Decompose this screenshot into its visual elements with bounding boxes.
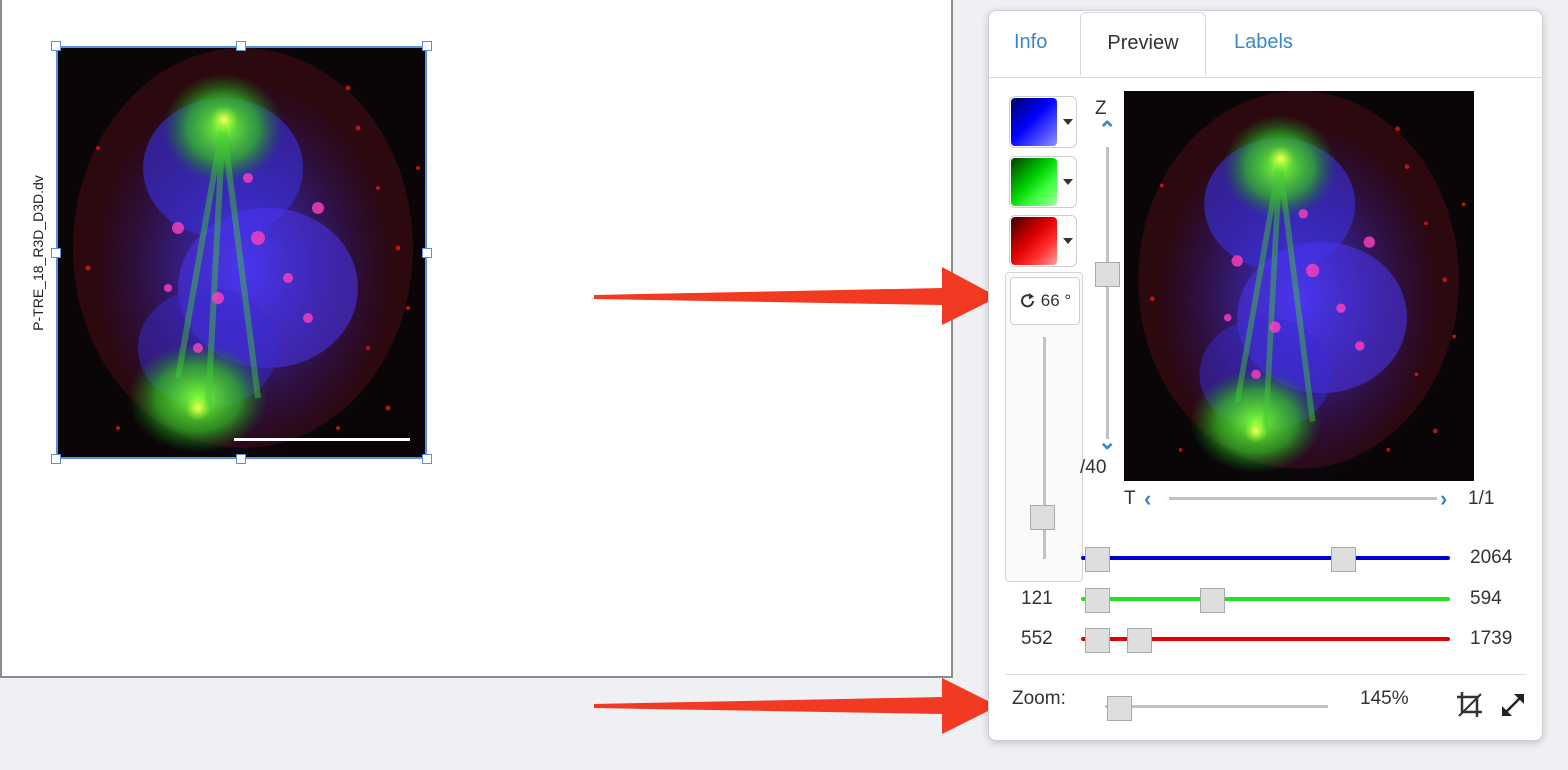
crop-icon[interactable] bbox=[1455, 690, 1485, 720]
red-max-value: 1739 bbox=[1470, 628, 1513, 649]
z-up-chevron-icon[interactable]: ⌃ bbox=[1098, 119, 1116, 141]
resize-handle-sw[interactable] bbox=[51, 454, 61, 464]
z-slider-thumb[interactable] bbox=[1095, 262, 1120, 287]
scale-bar bbox=[234, 438, 410, 441]
red-max-thumb[interactable] bbox=[1127, 628, 1152, 653]
green-min-value: 121 bbox=[1021, 588, 1053, 609]
microscopy-image bbox=[58, 48, 425, 457]
annotation-arrow-rotation bbox=[594, 267, 998, 325]
resize-handle-nw[interactable] bbox=[51, 41, 61, 51]
green-max-value: 594 bbox=[1470, 588, 1502, 609]
blue-max-thumb[interactable] bbox=[1331, 547, 1356, 572]
t-axis-label: T bbox=[1124, 488, 1136, 509]
image-label: P-TRE_18_R3D_D3D.dv bbox=[30, 175, 46, 331]
zoom-label: Zoom: bbox=[1012, 688, 1066, 709]
preview-microscopy-image bbox=[1124, 91, 1474, 481]
zoom-value: 145% bbox=[1360, 688, 1409, 709]
caret-down-icon bbox=[1063, 179, 1073, 185]
tab-labels[interactable]: Labels bbox=[1234, 31, 1293, 54]
preview-panel: Info Preview Labels 66 ° Z ⌃ ⌄ /40 T ‹ ›… bbox=[988, 10, 1543, 741]
green-range-rail[interactable] bbox=[1081, 597, 1450, 601]
t-prev-chevron-icon[interactable]: ‹ bbox=[1144, 488, 1151, 510]
rotation-button[interactable]: 66 ° bbox=[1010, 277, 1080, 325]
resize-handle-n[interactable] bbox=[236, 41, 246, 51]
t-next-chevron-icon[interactable]: › bbox=[1440, 488, 1447, 510]
resize-handle-se[interactable] bbox=[422, 454, 432, 464]
color-swatch bbox=[1011, 217, 1057, 265]
color-swatch bbox=[1011, 158, 1057, 206]
expand-icon[interactable] bbox=[1498, 690, 1528, 720]
color-swatch bbox=[1011, 98, 1057, 146]
resize-handle-s[interactable] bbox=[236, 454, 246, 464]
green-max-thumb[interactable] bbox=[1200, 588, 1225, 613]
rotate-icon bbox=[1020, 293, 1034, 308]
caret-down-icon bbox=[1063, 238, 1073, 244]
t-slider-track[interactable] bbox=[1169, 497, 1437, 500]
blue-range-rail[interactable] bbox=[1081, 556, 1450, 560]
rotation-control: 66 ° bbox=[1005, 272, 1083, 582]
rotation-value: 66 ° bbox=[1040, 291, 1072, 310]
channel-color-button-blue[interactable] bbox=[1009, 96, 1077, 148]
caret-down-icon bbox=[1063, 119, 1073, 125]
zoom-slider-track[interactable] bbox=[1105, 705, 1328, 708]
panel-tabs: Info Preview Labels bbox=[989, 11, 1542, 78]
figure-canvas: P-TRE_18_R3D_D3D.dv bbox=[0, 0, 953, 678]
preview-image bbox=[1124, 91, 1474, 481]
annotation-arrow-zoom bbox=[594, 678, 998, 734]
z-slider-track[interactable] bbox=[1106, 147, 1109, 439]
channel-color-button-green[interactable] bbox=[1009, 156, 1077, 208]
red-min-value: 552 bbox=[1021, 628, 1053, 649]
blue-max-value: 2064 bbox=[1470, 547, 1513, 568]
t-count: 1/1 bbox=[1468, 488, 1495, 509]
blue-min-thumb[interactable] bbox=[1085, 547, 1110, 572]
z-count: /40 bbox=[1080, 457, 1107, 478]
divider bbox=[1005, 674, 1526, 675]
rotation-slider-thumb[interactable] bbox=[1030, 505, 1055, 530]
resize-handle-ne[interactable] bbox=[422, 41, 432, 51]
channel-color-button-red[interactable] bbox=[1009, 215, 1077, 267]
resize-handle-e[interactable] bbox=[422, 248, 432, 258]
selected-image[interactable] bbox=[56, 46, 427, 459]
red-min-thumb[interactable] bbox=[1085, 628, 1110, 653]
resize-handle-w[interactable] bbox=[51, 248, 61, 258]
tab-preview[interactable]: Preview bbox=[1080, 12, 1206, 76]
zoom-slider-thumb[interactable] bbox=[1107, 696, 1132, 721]
z-down-chevron-icon[interactable]: ⌄ bbox=[1098, 431, 1116, 453]
green-min-thumb[interactable] bbox=[1085, 588, 1110, 613]
tab-info[interactable]: Info bbox=[1014, 31, 1047, 54]
